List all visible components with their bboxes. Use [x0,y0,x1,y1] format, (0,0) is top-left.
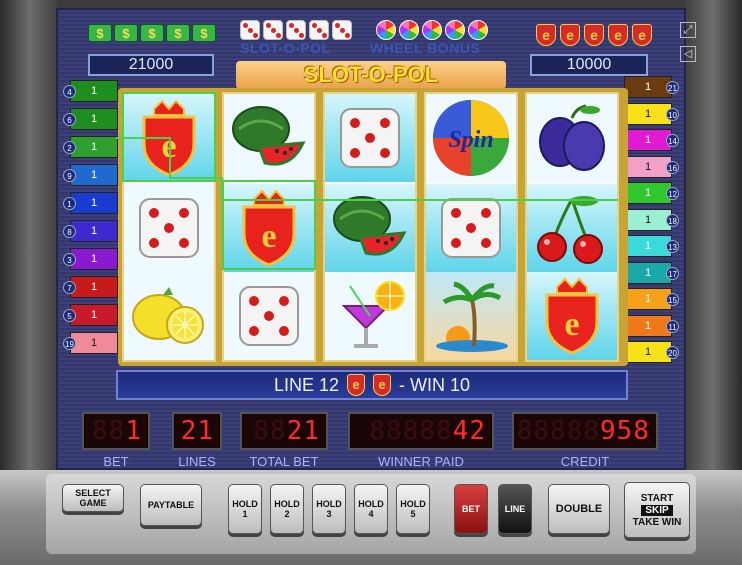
hold-2-button[interactable]: HOLD 2 [270,484,304,534]
game-screen: $ $ $ $ $ e e e e e SLOT-O-POL WHEEL BON… [56,8,686,470]
hold-1-button[interactable]: HOLD 1 [228,484,262,534]
start-skip-takewin-button[interactable]: START SKIP TAKE WIN [624,482,690,538]
win-amount-text: - WIN 10 [399,374,471,395]
double-button[interactable]: DOUBLE [548,484,610,534]
control-panel: SELECT GAME PAYTABLE HOLD 1 HOLD 2 HOLD … [0,470,742,565]
sound-icon[interactable]: ◁ [680,46,696,62]
winner-paid-display: 8888842 [348,412,494,450]
shield-icon: e [347,374,366,396]
credit-label: CREDIT [560,454,610,469]
payline-12 [116,137,618,201]
total-bet-label: TOTAL BET [249,454,319,469]
start-label: START [640,492,674,504]
lines-label: LINES [178,454,216,469]
line-button[interactable]: LINE [498,484,532,534]
hold-5-button[interactable]: HOLD 5 [396,484,430,534]
bet-label: BET [103,454,129,469]
fullscreen-icon[interactable]: ⤢ [680,22,696,38]
shield-icon: e [373,374,392,396]
slot-cabinet: $ $ $ $ $ e e e e e SLOT-O-POL WHEEL BON… [0,0,742,565]
hold-4-button[interactable]: HOLD 4 [354,484,388,534]
total-bet-display: 8821 [240,412,328,450]
select-game-button[interactable]: SELECT GAME [62,484,124,512]
bet-button[interactable]: BET [454,484,488,534]
button-deck: SELECT GAME PAYTABLE HOLD 1 HOLD 2 HOLD … [46,474,696,554]
winner-paid-label: WINNER PAID [378,454,464,469]
hold-3-button[interactable]: HOLD 3 [312,484,346,534]
win-info-bar: LINE 12 e e - WIN 10 [116,370,628,400]
paytable-button[interactable]: PAYTABLE [140,484,202,526]
lines-display: 21 [172,412,222,450]
bet-display: 881 [82,412,150,450]
skip-label: SKIP [641,504,673,516]
win-line-text: LINE 12 [273,374,340,395]
double-label: DOUBLE [555,503,603,515]
credit-display: 88888958 [512,412,658,450]
take-win-label: TAKE WIN [632,516,682,528]
